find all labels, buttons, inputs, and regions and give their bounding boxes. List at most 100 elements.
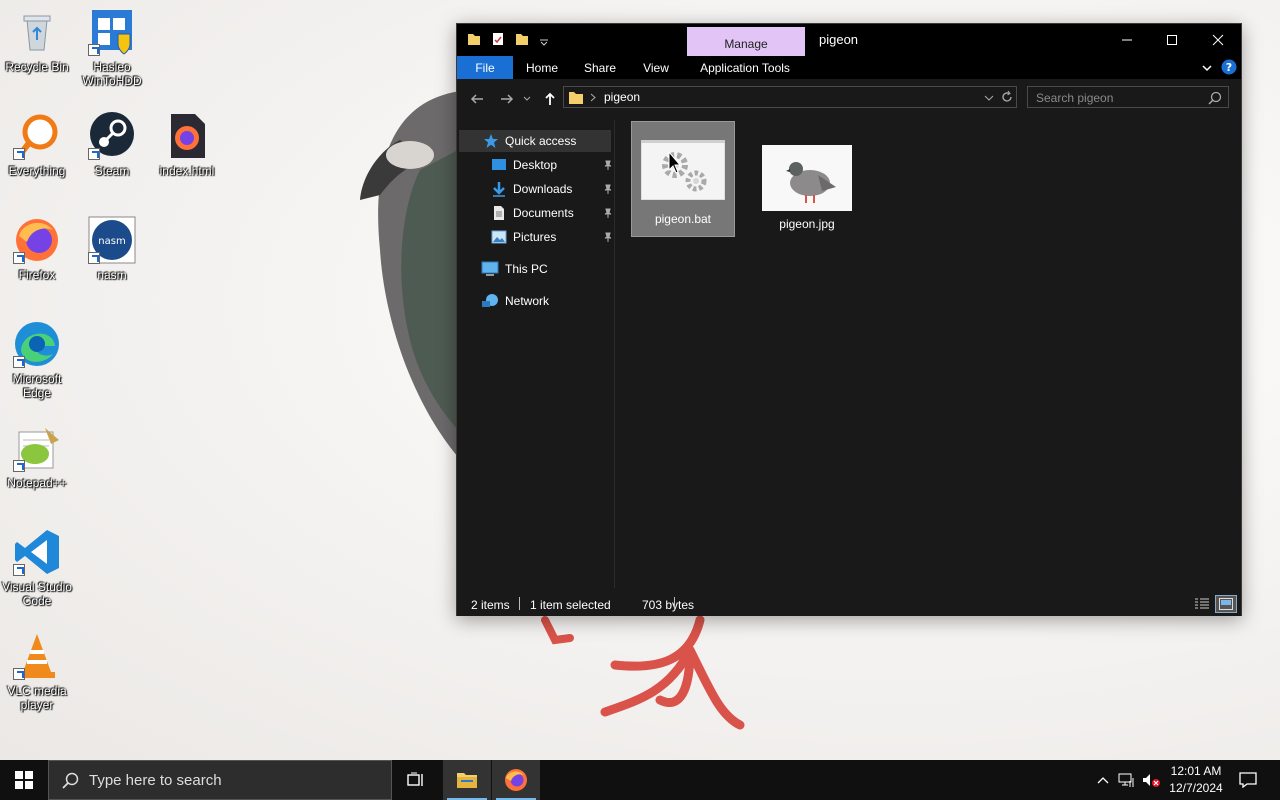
properties-icon[interactable] — [491, 31, 505, 47]
nav-item-downloads[interactable]: Downloads — [459, 178, 611, 200]
network-status-icon — [1118, 773, 1134, 787]
address-current-folder[interactable]: pigeon — [604, 90, 640, 104]
nav-item-label: Desktop — [513, 158, 558, 172]
refresh-icon[interactable] — [1000, 90, 1014, 104]
expand-ribbon-button[interactable] — [1201, 61, 1213, 79]
chevron-up-icon — [1097, 777, 1109, 784]
windows-logo-icon — [15, 771, 33, 789]
desktop-icon-edge[interactable]: Microsoft Edge — [0, 320, 74, 400]
pin-icon — [604, 160, 612, 170]
close-button[interactable] — [1195, 24, 1241, 56]
desktop-icon-label: Firefox — [18, 268, 56, 282]
new-folder-icon[interactable] — [515, 31, 529, 47]
nav-item-quick-access[interactable]: Quick access — [459, 130, 611, 152]
notification-icon — [1239, 772, 1257, 788]
recycle-bin-icon — [13, 8, 61, 56]
tab-view[interactable]: View — [631, 56, 681, 79]
status-divider — [519, 597, 520, 610]
minimize-button[interactable] — [1104, 24, 1150, 56]
firefox-icon — [13, 216, 61, 264]
desktop-icon-index-html[interactable]: index.html — [150, 112, 224, 178]
help-icon: ? — [1221, 59, 1237, 75]
desktop-icon-steam[interactable]: Steam — [75, 112, 149, 178]
nav-item-pictures[interactable]: Pictures — [459, 226, 611, 248]
up-button[interactable] — [540, 89, 560, 109]
desktop-icon-firefox[interactable]: Firefox — [0, 216, 74, 282]
shortcut-arrow-icon — [88, 148, 100, 160]
pin-icon — [604, 184, 612, 194]
file-item-pigeon-jpg[interactable]: pigeon.jpg — [755, 121, 859, 237]
pigeon-image-thumbnail — [762, 145, 852, 211]
forward-button[interactable] — [497, 89, 517, 109]
desktop-icon-label: Recycle Bin — [5, 60, 69, 74]
desktop-icon-hasleo[interactable]: Hasleo WinToHDD — [75, 8, 149, 88]
maximize-button[interactable] — [1149, 24, 1195, 56]
vscode-icon — [13, 528, 61, 576]
notepad-plus-plus-icon — [13, 424, 61, 472]
ribbon-tabs: File Home Share View Application Tools ? — [457, 56, 1241, 79]
show-hidden-icons-button[interactable] — [1092, 760, 1114, 800]
search-box[interactable]: Search pigeon — [1027, 86, 1229, 108]
tab-application-tools[interactable]: Application Tools — [687, 56, 803, 79]
customize-dropdown-icon[interactable] — [539, 31, 549, 47]
status-bar: 2 items 1 item selected 703 bytes — [457, 592, 1241, 616]
chevron-down-icon — [1202, 65, 1212, 72]
volume-tray-button[interactable] — [1140, 760, 1162, 800]
desktop-icon-label: index.html — [159, 164, 215, 178]
nav-item-desktop[interactable]: Desktop — [459, 154, 611, 176]
help-button[interactable]: ? — [1221, 59, 1237, 80]
star-icon — [484, 134, 498, 148]
nav-item-label: Quick access — [505, 134, 577, 148]
desktop-icon-vlc[interactable]: VLC media player — [0, 632, 74, 712]
file-explorer-icon — [457, 773, 477, 788]
nav-item-label: Documents — [513, 206, 574, 220]
desktop-icon-label: Hasleo WinToHDD — [82, 60, 142, 88]
recent-locations-button[interactable] — [520, 89, 534, 109]
task-view-button[interactable] — [392, 760, 440, 800]
pin-icon — [604, 208, 612, 218]
nav-item-label: Network — [505, 294, 550, 308]
desktop-icon-everything[interactable]: Everything — [0, 112, 74, 178]
status-size: 703 bytes — [642, 598, 695, 612]
arrow-right-icon — [501, 94, 514, 104]
desktop-icon-nasm[interactable]: nasm nasm — [75, 216, 149, 282]
tab-home[interactable]: Home — [515, 56, 569, 79]
start-button[interactable] — [0, 760, 48, 800]
download-arrow-icon — [493, 182, 505, 197]
large-icons-view-button[interactable] — [1215, 595, 1237, 613]
desktop-icon-recycle-bin[interactable]: Recycle Bin — [0, 8, 74, 74]
tab-share[interactable]: Share — [573, 56, 627, 79]
manage-context-tab[interactable]: Manage — [687, 27, 805, 56]
taskbar-search-input[interactable]: Type here to search — [89, 772, 222, 789]
title-bar[interactable]: Manage pigeon — [457, 24, 1241, 56]
search-input[interactable]: Search pigeon — [1036, 91, 1113, 105]
nav-item-network[interactable]: Network — [459, 290, 611, 312]
nav-item-documents[interactable]: Documents — [459, 202, 611, 224]
folder-icon — [468, 34, 480, 45]
network-tray-button[interactable] — [1116, 760, 1138, 800]
desktop-icon-label: Microsoft Edge — [12, 372, 62, 400]
back-button[interactable] — [467, 89, 487, 109]
address-bar[interactable]: pigeon — [563, 86, 1017, 108]
taskbar-firefox[interactable] — [492, 760, 540, 800]
details-view-button[interactable] — [1193, 596, 1211, 612]
taskbar-clock[interactable]: 12:01 AM 12/7/2024 — [1164, 763, 1228, 797]
action-center-button[interactable] — [1234, 760, 1262, 800]
tab-file[interactable]: File — [457, 56, 513, 79]
quick-access-toolbar — [467, 31, 549, 47]
nav-item-label: This PC — [505, 262, 548, 276]
file-explorer-window[interactable]: Manage pigeon File Home Share View Appli… — [456, 23, 1242, 616]
chevron-down-icon[interactable] — [984, 93, 994, 103]
clock-time: 12:01 AM — [1170, 764, 1222, 778]
task-view-icon — [407, 772, 423, 786]
nav-item-this-pc[interactable]: This PC — [459, 258, 611, 280]
nasm-icon: nasm — [88, 216, 136, 264]
desktop-icon-vscode[interactable]: Visual Studio Code — [0, 528, 74, 608]
taskbar-search-box[interactable]: Type here to search — [48, 760, 392, 800]
shortcut-arrow-icon — [13, 252, 25, 264]
taskbar-file-explorer[interactable] — [443, 760, 491, 800]
svg-text:?: ? — [1226, 61, 1232, 74]
file-item-pigeon-bat[interactable]: pigeon.bat — [631, 121, 735, 237]
desktop-icon-notepadpp[interactable]: Notepad++ — [0, 424, 74, 490]
status-selection: 1 item selected — [530, 598, 611, 612]
